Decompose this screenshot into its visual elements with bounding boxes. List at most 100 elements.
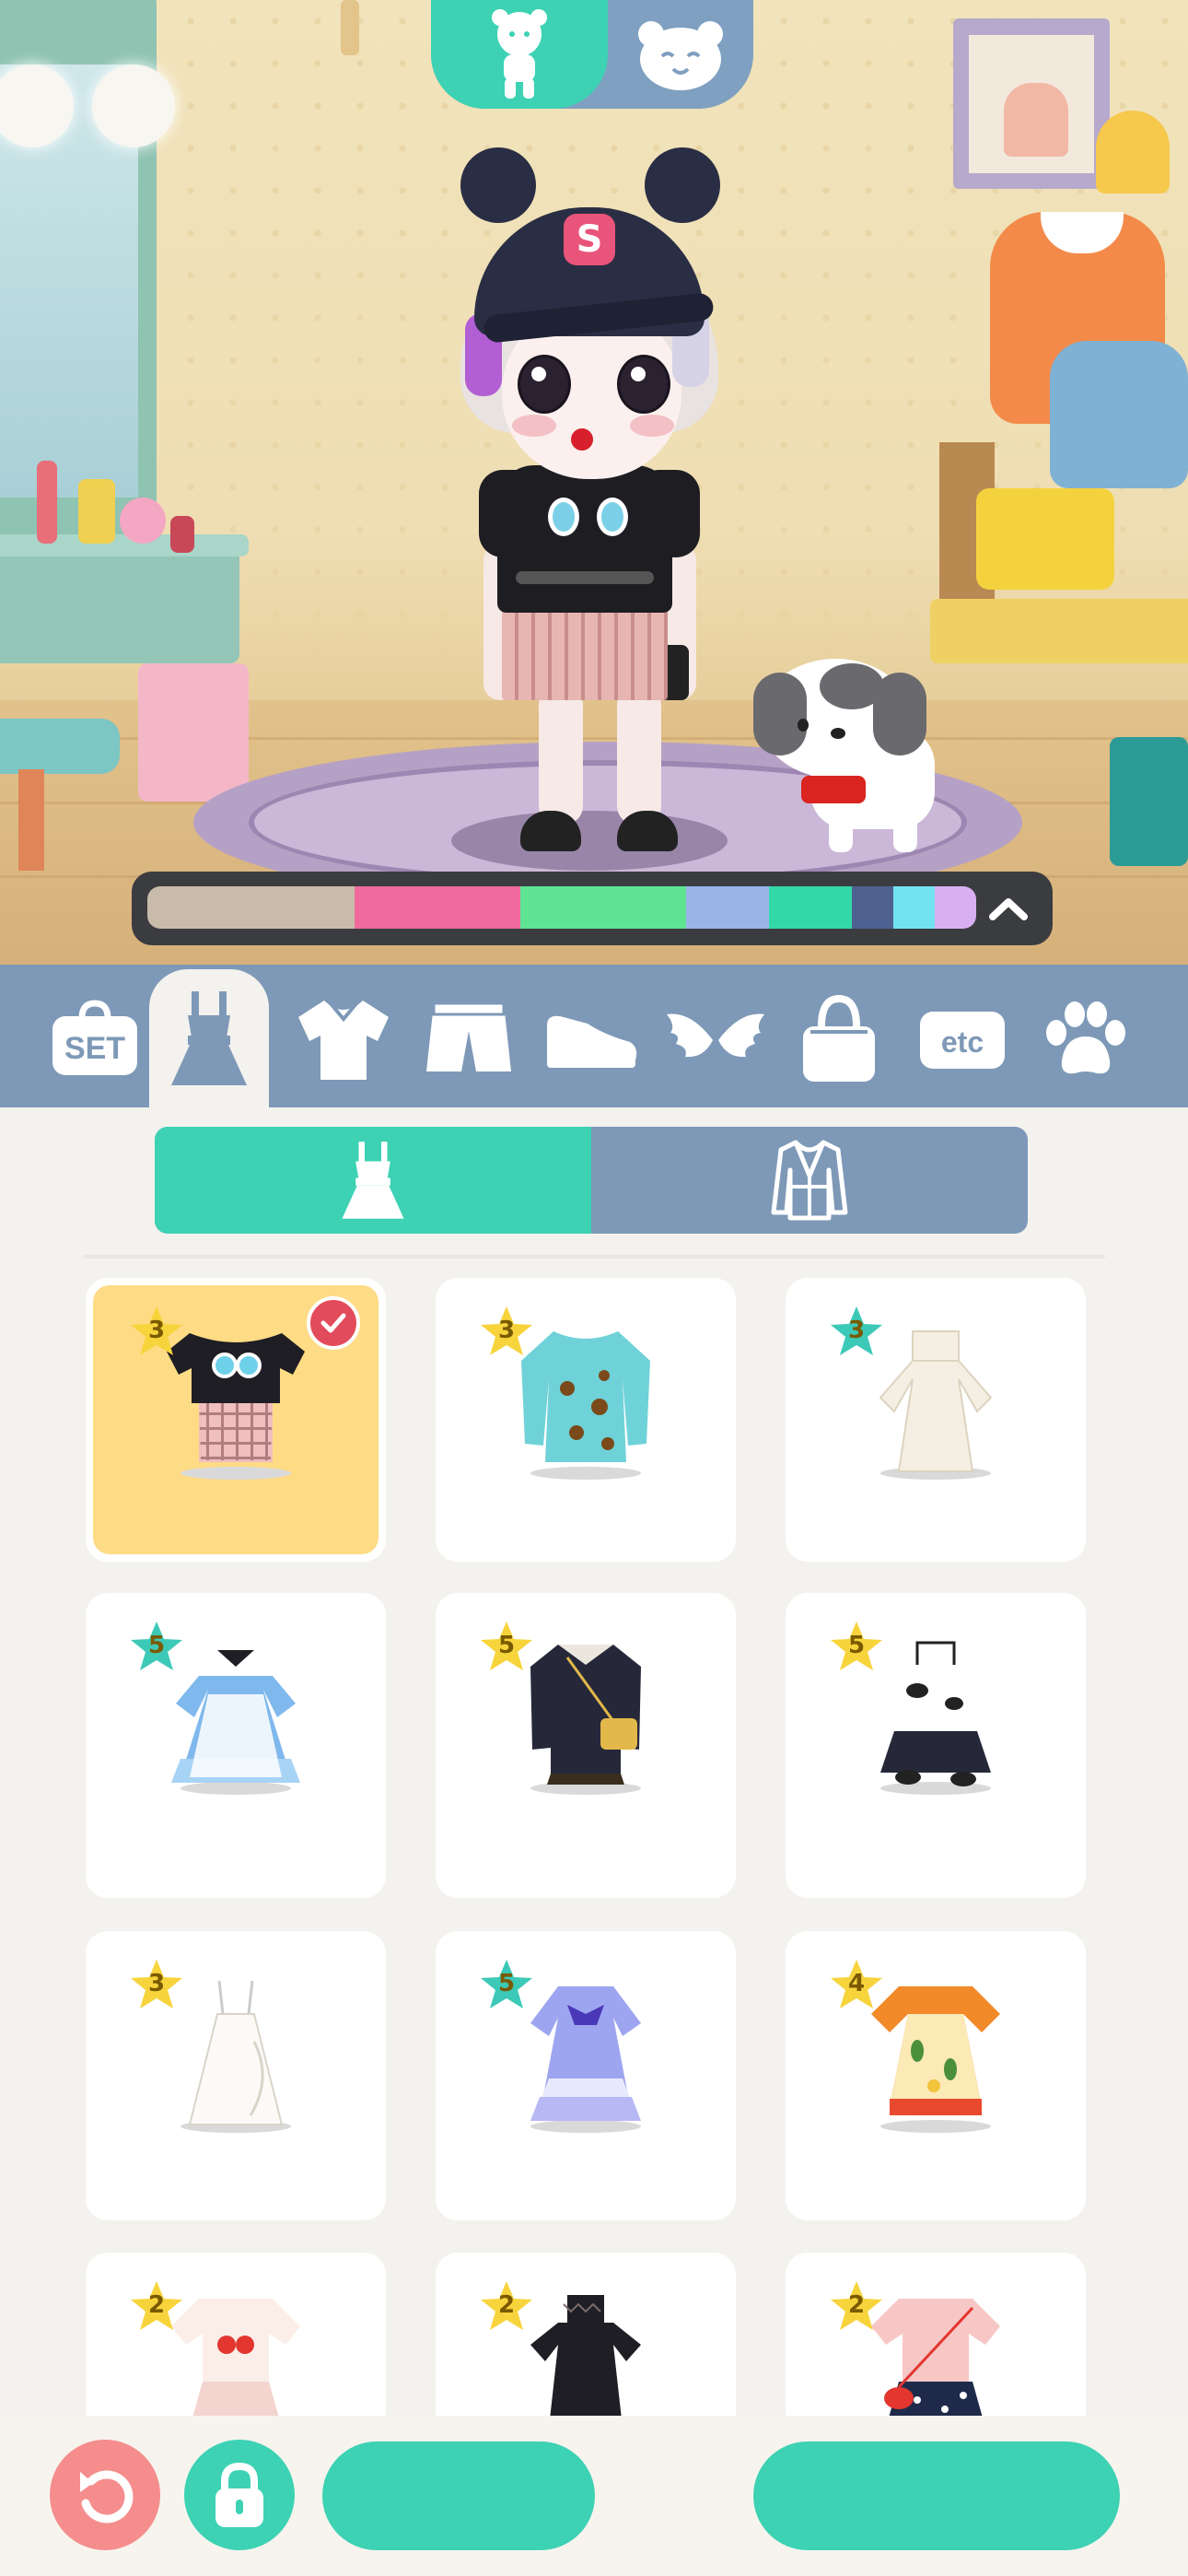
- cherry-icon: [571, 428, 593, 451]
- rarity-value: 5: [497, 1632, 516, 1659]
- backpack: [1050, 341, 1188, 488]
- category-top-tab[interactable]: [284, 975, 403, 1104]
- shoe-icon: [547, 1015, 637, 1068]
- view-face-button[interactable]: [608, 0, 753, 109]
- rarity-value: 5: [147, 1632, 166, 1659]
- undo-button[interactable]: [50, 2440, 160, 2550]
- rarity-star-icon: 2: [478, 2278, 535, 2336]
- color-swatch[interactable]: [147, 886, 355, 929]
- item-card[interactable]: 3: [786, 1278, 1086, 1562]
- rarity-value: 3: [147, 1970, 166, 1997]
- cap-logo: S: [564, 214, 615, 265]
- category-set-tab[interactable]: SET: [35, 975, 155, 1104]
- category-etc-tab[interactable]: etc: [903, 975, 1022, 1104]
- dog-nose: [831, 728, 845, 739]
- mirror-bulb: [92, 64, 175, 147]
- lock-icon: [215, 2462, 263, 2527]
- item-card[interactable]: 3: [86, 1278, 386, 1562]
- left-action-button[interactable]: [322, 2441, 595, 2550]
- dog-eye: [798, 719, 809, 732]
- rarity-star-icon: 3: [128, 1304, 185, 1361]
- section-divider: [83, 1255, 1105, 1259]
- bear-face-icon: [638, 21, 723, 90]
- color-swatch[interactable]: [893, 886, 935, 929]
- view-full-body-button[interactable]: [431, 0, 608, 109]
- shorts-icon: [426, 1001, 511, 1071]
- set-icon: SET: [52, 1000, 137, 1075]
- etc-icon: etc: [920, 1012, 1005, 1069]
- character-cheek: [630, 415, 674, 437]
- color-swatch[interactable]: [852, 886, 893, 929]
- color-swatch[interactable]: [935, 886, 976, 929]
- shirt-icon: [298, 1001, 389, 1080]
- yellow-handbag: [976, 488, 1114, 590]
- item-card[interactable]: 5: [436, 1593, 736, 1898]
- category-bottom-tab[interactable]: [409, 975, 529, 1104]
- undo-icon: [80, 2470, 134, 2523]
- item-card[interactable]: 3: [86, 1931, 386, 2220]
- lipstick: [37, 461, 57, 544]
- black-tee: [497, 465, 672, 613]
- item-card[interactable]: 4: [786, 1931, 1086, 2220]
- selected-check-icon: [307, 1296, 360, 1350]
- rarity-star-icon: 4: [828, 1957, 885, 2014]
- category-dress-tab[interactable]: [149, 969, 269, 1107]
- rarity-star-icon: 2: [828, 2278, 885, 2336]
- set-label: SET: [64, 1031, 125, 1066]
- rarity-star-icon: 5: [478, 1619, 535, 1676]
- stool: [0, 719, 120, 774]
- category-shoes-tab[interactable]: [530, 975, 650, 1104]
- item-card[interactable]: 5: [86, 1593, 386, 1898]
- character-shadow: [451, 811, 728, 871]
- tee-eye-print: [597, 498, 628, 536]
- shelf: [930, 599, 1188, 663]
- right-action-button[interactable]: [753, 2441, 1120, 2550]
- lock-button[interactable]: [184, 2440, 295, 2550]
- color-swatch[interactable]: [686, 886, 769, 929]
- color-swatch[interactable]: [769, 886, 852, 929]
- wall-hook: [341, 0, 359, 55]
- wall-lamp: [1096, 111, 1170, 193]
- category-bag-tab[interactable]: [779, 975, 899, 1104]
- bag-icon: [803, 994, 875, 1082]
- color-swatch[interactable]: [355, 886, 520, 929]
- rarity-value: 3: [497, 1317, 516, 1344]
- item-card[interactable]: 5: [786, 1593, 1086, 1898]
- category-wings-tab[interactable]: [656, 975, 775, 1104]
- storage-box: [1110, 737, 1188, 866]
- color-swatch[interactable]: [520, 886, 686, 929]
- character-eye: [617, 355, 670, 414]
- cap-ear: [645, 147, 720, 223]
- rarity-star-icon: 5: [128, 1619, 185, 1676]
- shopping-bag: [138, 663, 249, 802]
- closet-screen: S SET etc 3 3 3 5 5 5 3 5 4 2 2 2: [0, 0, 1188, 2576]
- paw-icon: [1046, 1001, 1125, 1074]
- category-pet-tab[interactable]: [1026, 975, 1146, 1104]
- character-cheek: [512, 415, 556, 437]
- rarity-value: 3: [847, 1317, 866, 1344]
- item-card[interactable]: 3: [436, 1278, 736, 1562]
- character-leg: [617, 686, 661, 825]
- rarity-value: 2: [497, 2291, 516, 2319]
- rarity-star-icon: 3: [128, 1957, 185, 2014]
- subtab-coat[interactable]: [591, 1127, 1028, 1234]
- rarity-value: 2: [847, 2291, 866, 2319]
- powder-jar: [120, 498, 166, 544]
- rarity-star-icon: 3: [828, 1304, 885, 1361]
- rarity-value: 4: [847, 1970, 866, 1997]
- red-bow: [801, 776, 866, 803]
- rarity-star-icon: 2: [128, 2278, 185, 2336]
- rarity-value: 5: [497, 1970, 516, 1997]
- tee-eye-print: [548, 498, 579, 536]
- rarity-star-icon: 5: [478, 1957, 535, 2014]
- dress-icon: [171, 991, 247, 1085]
- character-leg: [539, 686, 583, 825]
- subtab-dress[interactable]: [155, 1127, 591, 1234]
- palette-expand-button[interactable]: [976, 883, 1041, 934]
- item-card[interactable]: 5: [436, 1931, 736, 2220]
- character-eye: [518, 355, 571, 414]
- rarity-star-icon: 5: [828, 1619, 885, 1676]
- dress-up-scene: S: [0, 0, 1188, 965]
- dress-icon: [342, 1142, 404, 1219]
- rarity-value: 3: [147, 1317, 166, 1344]
